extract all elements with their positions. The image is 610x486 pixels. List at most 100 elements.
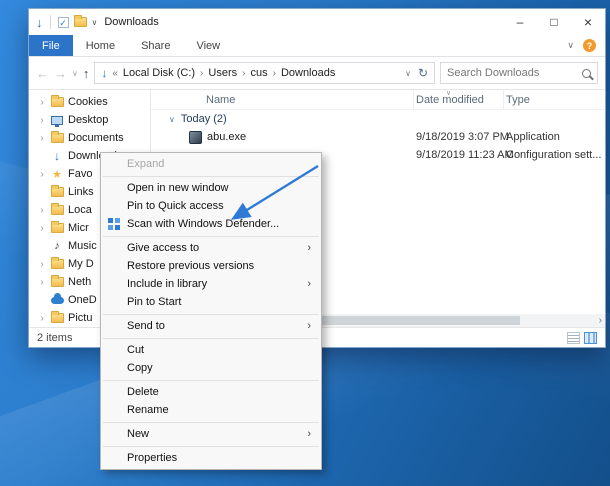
menu-item-send-to[interactable]: Send to › (101, 317, 321, 335)
sidebar-item-label: OneD (68, 294, 97, 306)
sort-indicator-icon: ∨ (446, 90, 452, 97)
large-icons-view-icon[interactable] (584, 331, 597, 344)
group-header-today[interactable]: ∨ Today (2) (151, 110, 605, 128)
file-row[interactable]: abu.exe 9/18/2019 3:07 PM Application (151, 128, 605, 146)
links-icon (50, 185, 64, 197)
file-name-cell[interactable]: abu.exe (151, 130, 414, 144)
sidebar-item-label: My D (68, 258, 94, 270)
onedrive-cloud-icon (50, 292, 64, 304)
desktop-icon (50, 115, 64, 127)
new-folder-icon[interactable] (73, 15, 87, 27)
expand-chevron-icon[interactable]: › (38, 223, 46, 234)
ribbon-right-controls: ∨ ? (567, 35, 605, 56)
group-collapse-icon[interactable]: ∨ (169, 115, 175, 124)
breadcrumb-prefix: « (112, 67, 118, 79)
expand-chevron-icon[interactable]: › (38, 259, 46, 270)
sidebar-item-label: Micr (68, 222, 89, 234)
expand-chevron-icon[interactable]: › (38, 115, 46, 126)
file-name: abu.exe (207, 131, 247, 143)
submenu-arrow-icon: › (307, 242, 311, 254)
sidebar-item-documents[interactable]: › Documents (29, 129, 150, 147)
tab-view[interactable]: View (183, 35, 233, 56)
exe-file-icon (189, 130, 202, 144)
menu-item-scan-with-windows-defender[interactable]: Scan with Windows Defender... (101, 215, 321, 233)
refresh-icon[interactable]: ↻ (418, 66, 428, 80)
search-icon[interactable] (582, 68, 591, 78)
breadcrumb-segment[interactable]: Local Disk (C:) (123, 67, 195, 79)
menu-item-delete[interactable]: Delete (101, 383, 321, 401)
menu-item-open-in-new-window[interactable]: Open in new window (101, 179, 321, 197)
toolbar-divider (49, 15, 51, 29)
address-dropdown-icon[interactable]: ∨ (405, 69, 411, 78)
column-header-name[interactable]: Name (151, 90, 414, 109)
desktop: ↓ ✓ ∨ Downloads – □ × File Home Share Vi… (0, 0, 610, 486)
file-type-cell: Configuration sett... (506, 149, 602, 161)
sidebar-item-label: Pictu (68, 312, 93, 324)
expand-chevron-icon[interactable]: › (38, 133, 46, 144)
menu-item-properties[interactable]: Properties (101, 449, 321, 467)
downloads-icon: ↓ (54, 149, 60, 163)
menu-item-restore-previous-versions[interactable]: Restore previous versions (101, 257, 321, 275)
column-header-type[interactable]: Type (504, 90, 605, 109)
sidebar-item-label: Neth (68, 276, 92, 288)
menu-item-copy[interactable]: Copy (101, 359, 321, 377)
submenu-arrow-icon: › (307, 278, 311, 290)
expand-chevron-icon[interactable]: › (38, 313, 46, 324)
expand-chevron-icon[interactable]: › (38, 97, 46, 108)
expand-chevron-icon[interactable]: › (38, 169, 46, 180)
search-input[interactable] (447, 67, 578, 79)
menu-item-new[interactable]: New › (101, 425, 321, 443)
breadcrumb-separator-icon: › (200, 67, 204, 79)
quick-access-toolbar: ↓ ✓ ∨ (36, 15, 97, 29)
recent-locations-dropdown-icon[interactable]: ∨ (72, 69, 78, 78)
collapse-ribbon-icon[interactable]: ∨ (567, 40, 574, 51)
sidebar-item-label: Desktop (68, 114, 109, 126)
menu-item-include-in-library[interactable]: Include in library › (101, 275, 321, 293)
menu-item-give-access-to[interactable]: Give access to › (101, 239, 321, 257)
menu-separator (103, 379, 319, 381)
window-title: Downloads (104, 16, 159, 28)
address-bar[interactable]: ↓ « Local Disk (C:) › Users › cus › Down… (94, 62, 435, 84)
sidebar-item-cookies[interactable]: › Cookies (29, 93, 150, 111)
tab-share[interactable]: Share (128, 35, 183, 56)
expand-chevron-icon[interactable]: › (38, 277, 46, 288)
customize-toolbar-dropdown-icon[interactable]: ∨ (92, 18, 98, 27)
folder-icon (50, 203, 64, 215)
menu-item-rename[interactable]: Rename (101, 401, 321, 419)
search-box[interactable] (440, 62, 598, 84)
sidebar-item-desktop[interactable]: › Desktop (29, 111, 150, 129)
up-button[interactable]: ↑ (83, 67, 90, 80)
title-bar: ↓ ✓ ∨ Downloads – □ × (29, 9, 605, 35)
maximize-button[interactable]: □ (537, 9, 571, 35)
menu-separator (103, 313, 319, 315)
sidebar-item-label: Links (68, 186, 94, 198)
menu-item-cut[interactable]: Cut (101, 341, 321, 359)
breadcrumb-segment[interactable]: Users (208, 67, 237, 79)
menu-separator (103, 445, 319, 447)
forward-button[interactable]: → (54, 67, 67, 80)
folder-icon (50, 95, 64, 107)
menu-item-pin-to-start[interactable]: Pin to Start (101, 293, 321, 311)
back-button[interactable]: ← (36, 67, 49, 80)
breadcrumb-segment[interactable]: Downloads (281, 67, 335, 79)
minimize-button[interactable]: – (503, 9, 537, 35)
column-header-date-modified[interactable]: ∨ Date modified (414, 90, 504, 109)
submenu-arrow-icon: › (307, 320, 311, 332)
close-button[interactable]: × (571, 9, 605, 35)
scrollbar-right-arrow-icon[interactable]: › (599, 315, 605, 326)
sidebar-item-label: Music (68, 240, 97, 252)
sidebar-item-label: Cookies (68, 96, 108, 108)
menu-item-pin-to-quick-access[interactable]: Pin to Quick access (101, 197, 321, 215)
expand-chevron-icon[interactable]: › (38, 205, 46, 216)
tab-home[interactable]: Home (73, 35, 128, 56)
ribbon-tabs: File Home Share View ∨ ? (29, 35, 605, 57)
properties-icon[interactable]: ✓ (57, 16, 69, 28)
column-headers: Name ∨ Date modified Type (151, 90, 605, 110)
view-toggle-icons (567, 331, 597, 344)
menu-separator (103, 421, 319, 423)
help-icon[interactable]: ? (583, 39, 596, 52)
tab-file[interactable]: File (29, 35, 73, 56)
group-label: Today (2) (180, 113, 227, 125)
details-view-icon[interactable] (567, 331, 580, 344)
breadcrumb-segment[interactable]: cus (250, 67, 267, 79)
